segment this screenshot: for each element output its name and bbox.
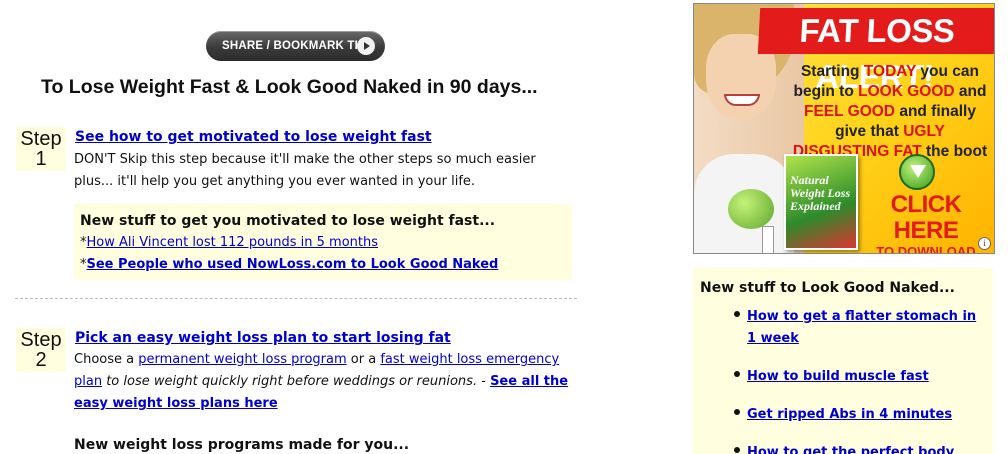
step-1-number: 1 [35,148,47,170]
ad-cta-big: CLICK HERE [890,191,962,244]
list-item: How to get the perfect body [700,441,986,454]
step-1-word: Step [20,128,62,150]
ad-cta[interactable]: CLICK HERE TO DOWNLOAD YOUR SPECIAL REPO… [862,192,990,254]
step-1-link[interactable]: See how to get motivated to lose weight … [75,129,432,145]
apple-icon [728,189,774,229]
step-2-link[interactable]: Pick an easy weight loss plan to start l… [75,330,451,346]
motivation-item-1: *How Ali Vincent lost 112 pounds in 5 mo… [80,232,566,254]
ad-book-cover: Natural Weight Loss Explained [784,154,858,250]
list-item: Get ripped Abs in 4 minutes [700,403,986,425]
share-bookmark-label: SHARE / BOOKMARK THIS [222,40,375,52]
motivation-news-box: New stuff to get you motivated to lose w… [74,204,572,280]
page-title: To Lose Weight Fast & Look Good Naked in… [41,76,538,98]
step-1-description: DON'T Skip this step because it'll make … [74,149,574,193]
download-arrow-icon [899,154,935,190]
step-1-badge: Step 1 [16,127,66,171]
motivation-item-2: *See People who used NowLoss.com to Look… [80,254,566,276]
share-bookmark-button[interactable]: SHARE / BOOKMARK THIS [206,31,385,61]
nowloss-people-link[interactable]: See People who used NowLoss.com to Look … [87,257,499,272]
ad-copy-emphasis: LOOK GOOD [858,83,955,100]
look-good-naked-box: New stuff to Look Good Naked... How to g… [693,268,993,454]
list-item: How to get a flatter stomach in 1 week [700,305,986,349]
ripped-abs-link[interactable]: Get ripped Abs in 4 minutes [747,407,952,422]
ad-copy: Starting TODAY you can begin to LOOK GOO… [790,62,990,162]
flatter-stomach-link[interactable]: How to get a flatter stomach in 1 week [747,309,976,346]
fat-loss-ad-banner[interactable]: FAT LOSS ALERT! Starting TODAY you can b… [693,3,995,254]
perfect-body-link[interactable]: How to get the perfect body [747,445,954,454]
play-arrow-icon [357,37,375,55]
step-1-text-line-1: DON'T Skip this step because it'll make … [74,152,536,167]
step-2-number: 2 [35,349,47,371]
ad-copy-text: Starting [800,63,864,80]
step-2-description: Choose a permanent weight loss program o… [74,349,574,415]
ad-headline: FAT LOSS ALERT! [757,8,994,95]
ad-copy-emphasis: TODAY [863,63,917,80]
programs-heading: New weight loss programs made for you... [74,437,410,453]
ad-copy-text: and [954,83,987,100]
ad-copy-emphasis: FEEL GOOD [804,103,896,120]
build-muscle-link[interactable]: How to build muscle fast [747,369,929,384]
ali-vincent-link[interactable]: How Ali Vincent lost 112 pounds in 5 mon… [87,235,379,250]
step-2-word: Step [20,329,62,351]
ad-cta-small: TO DOWNLOAD YOUR SPECIAL REPORT [876,244,976,254]
permanent-program-link[interactable]: permanent weight loss program [138,352,346,367]
section-divider [15,298,577,299]
ad-copy-text: the boot [921,143,988,160]
step-2-italic-text: to lose weight quickly right before wedd… [102,374,478,389]
choose-text: Choose a [74,352,139,367]
ad-info-icon[interactable]: i [978,237,991,250]
measuring-tape-icon [762,226,774,253]
motivation-box-title: New stuff to get you motivated to lose w… [80,213,496,229]
step-1-text-line-2: plus... it'll help you get anything you … [74,174,476,189]
list-item: How to build muscle fast [700,365,986,387]
sidebar-list: How to get a flatter stomach in 1 week H… [700,305,986,454]
sidebar-title: New stuff to Look Good Naked... [700,280,955,296]
or-text: or a [346,352,381,367]
dash-text: - [477,374,491,389]
step-2-badge: Step 2 [16,328,66,372]
